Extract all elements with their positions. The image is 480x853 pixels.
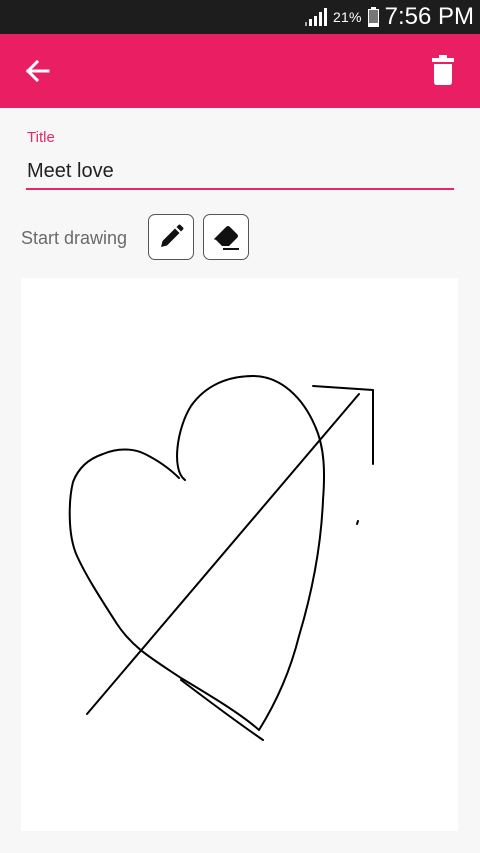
stray-dot <box>356 520 359 525</box>
pencil-button[interactable] <box>148 214 194 260</box>
heart-arrow-drawing <box>68 375 374 741</box>
back-button[interactable] <box>20 56 54 86</box>
eraser-button[interactable] <box>203 214 249 260</box>
battery-percent: 21% <box>332 9 362 25</box>
clock: 7:56 PM <box>384 3 474 30</box>
title-input[interactable] <box>26 156 454 190</box>
pencil-icon <box>161 224 184 247</box>
status-bar: 21% 7:56 PM <box>0 0 480 34</box>
start-drawing-label: Start drawing <box>21 228 128 248</box>
arrow-left-icon <box>25 59 50 83</box>
heart-stroke <box>68 375 326 731</box>
eraser-icon <box>214 226 239 250</box>
status-indicators: 21% 7:56 PM <box>304 0 474 34</box>
delete-button[interactable] <box>428 54 458 88</box>
trash-icon <box>432 55 454 85</box>
app-bar <box>0 34 480 108</box>
heart-bottom-tail <box>180 679 264 741</box>
drawing-canvas[interactable] <box>21 278 458 831</box>
signal-bars-icon <box>304 8 327 26</box>
battery-icon <box>367 7 379 27</box>
title-field-label: Title <box>27 129 55 146</box>
